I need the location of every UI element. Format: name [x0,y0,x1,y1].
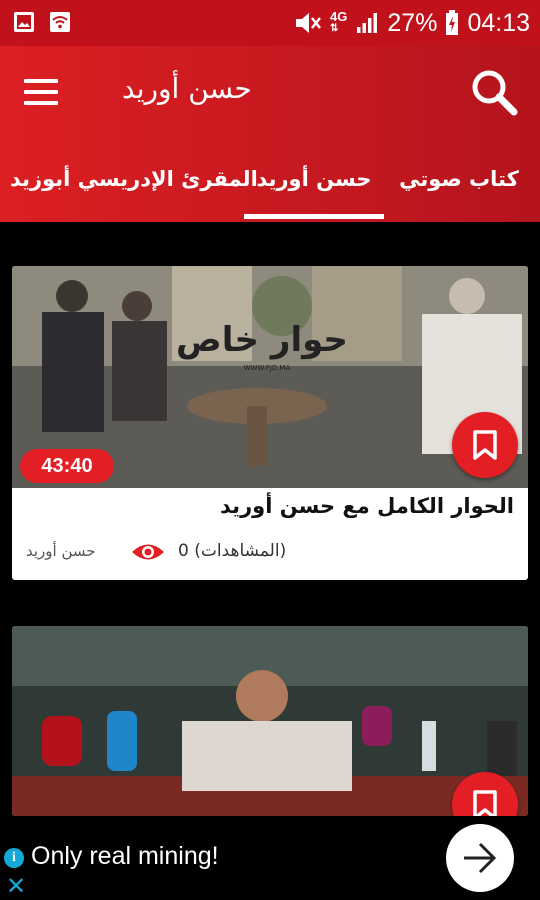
wifi-icon [50,12,70,32]
tab-indicator [244,214,384,219]
ad-banner[interactable]: i ✕ Only real mining! [0,816,540,900]
tab-bar: كتاب صوتي حسن أوريد المقرئ الإدريسي أبوز… [0,150,540,222]
thumbnail-overlay-text: حوار خاص [176,320,348,360]
battery-charging-icon [446,10,459,35]
tab-hassan-aourid[interactable]: حسن أوريد [244,150,384,218]
ad-close-icon[interactable]: ✕ [6,872,26,900]
video-thumbnail[interactable] [12,626,528,816]
ad-info-icon[interactable]: i [4,848,24,868]
video-duration-badge: 43:40 [20,449,114,483]
clock: 04:13 [467,8,530,37]
eye-icon [132,544,164,560]
video-thumbnail[interactable]: حوار خاص WWW.FJD.MA 43:40 [12,266,528,488]
status-bar: 4G ⇅ 27% 04:13 [0,0,540,46]
app-bar: حسن أوريد كتاب صوتي حسن أوريد المقرئ الإ… [0,46,540,222]
thumbnail-watermark: WWW.FJD.MA [244,364,291,372]
video-card[interactable]: حوار خاص WWW.FJD.MA 43:40 الحوار الكامل … [12,266,528,580]
bookmark-button[interactable] [452,412,518,478]
bookmark-icon [473,430,497,460]
ad-arrow-button[interactable] [446,824,514,892]
search-icon[interactable] [468,66,520,118]
arrow-right-icon [464,842,497,874]
network-4g-icon: 4G ⇅ [330,9,348,34]
signal-icon [357,13,378,33]
gallery-icon [14,12,34,32]
battery-percent: 27% [387,8,438,37]
tab-idrissi-abouzaid[interactable]: المقرئ الإدريسي أبوزيد [10,150,258,218]
video-card[interactable] [12,626,528,816]
hamburger-menu-icon[interactable] [24,79,58,105]
video-meta: حسن أوريد 0 (المشاهدات) [26,538,516,566]
video-author: حسن أوريد [26,542,96,560]
video-title[interactable]: الحوار الكامل مع حسن أوريد [220,494,514,518]
video-views: 0 (المشاهدات) [178,541,287,561]
ad-text[interactable]: Only real mining! [31,842,219,871]
tab-audiobook[interactable]: كتاب صوتي [398,150,520,218]
bookmark-icon [473,790,497,816]
page-title: حسن أوريد [122,72,252,105]
mute-icon [296,13,322,33]
